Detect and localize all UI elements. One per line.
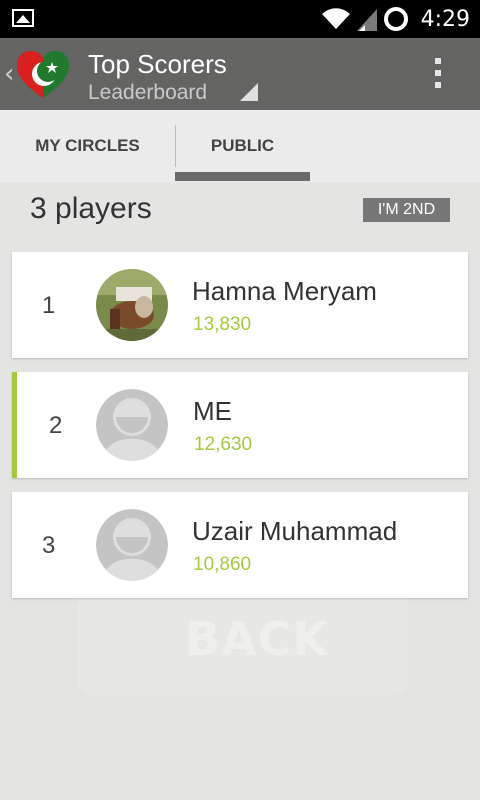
- action-bar: ‹ Top Scorers Leaderboard: [0, 38, 480, 110]
- tab-my-circles[interactable]: MY CIRCLES: [0, 110, 175, 182]
- leaderboard-row[interactable]: 3 Uzair Muhammad 10,860: [12, 492, 468, 598]
- image-notification-icon: [12, 9, 34, 27]
- players-count: 3 players: [30, 192, 152, 225]
- player-name: ME: [193, 396, 232, 426]
- page-title: Top Scorers: [88, 49, 227, 79]
- default-avatar-icon: [96, 389, 168, 461]
- default-avatar-icon: [96, 509, 168, 581]
- status-icons: 4:29: [321, 5, 470, 33]
- page-subtitle: Leaderboard: [88, 81, 208, 104]
- sync-icon: [383, 7, 408, 31]
- wifi-icon: [321, 8, 350, 30]
- title-group[interactable]: Top Scorers Leaderboard: [88, 48, 227, 106]
- player-rank: 1: [42, 292, 56, 319]
- player-name: Hamna Meryam: [192, 276, 377, 306]
- app-logo-icon[interactable]: [16, 50, 70, 100]
- leaderboard-row-me[interactable]: 2 ME 12,630: [12, 372, 468, 478]
- leaderboard-row[interactable]: 1 Hamna Meryam 13,830: [12, 252, 468, 358]
- back-chevron-icon[interactable]: ‹: [4, 60, 14, 88]
- background-watermark: BACK: [185, 612, 330, 666]
- overflow-menu-icon[interactable]: [428, 58, 448, 92]
- player-avatar-photo: [96, 269, 168, 341]
- tab-selected-indicator: [175, 172, 310, 181]
- player-name: Uzair Muhammad: [192, 516, 398, 546]
- signal-icon: [356, 9, 377, 31]
- dropdown-triangle-icon[interactable]: [240, 83, 258, 101]
- my-rank-badge[interactable]: I'M 2ND: [363, 198, 450, 222]
- clock: 4:29: [420, 6, 470, 32]
- player-score: 10,860: [193, 554, 252, 575]
- player-score: 12,630: [194, 434, 253, 455]
- player-score: 13,830: [193, 314, 252, 335]
- status-bar: 4:29: [0, 0, 480, 38]
- player-rank: 2: [49, 412, 63, 439]
- player-rank: 3: [42, 532, 56, 559]
